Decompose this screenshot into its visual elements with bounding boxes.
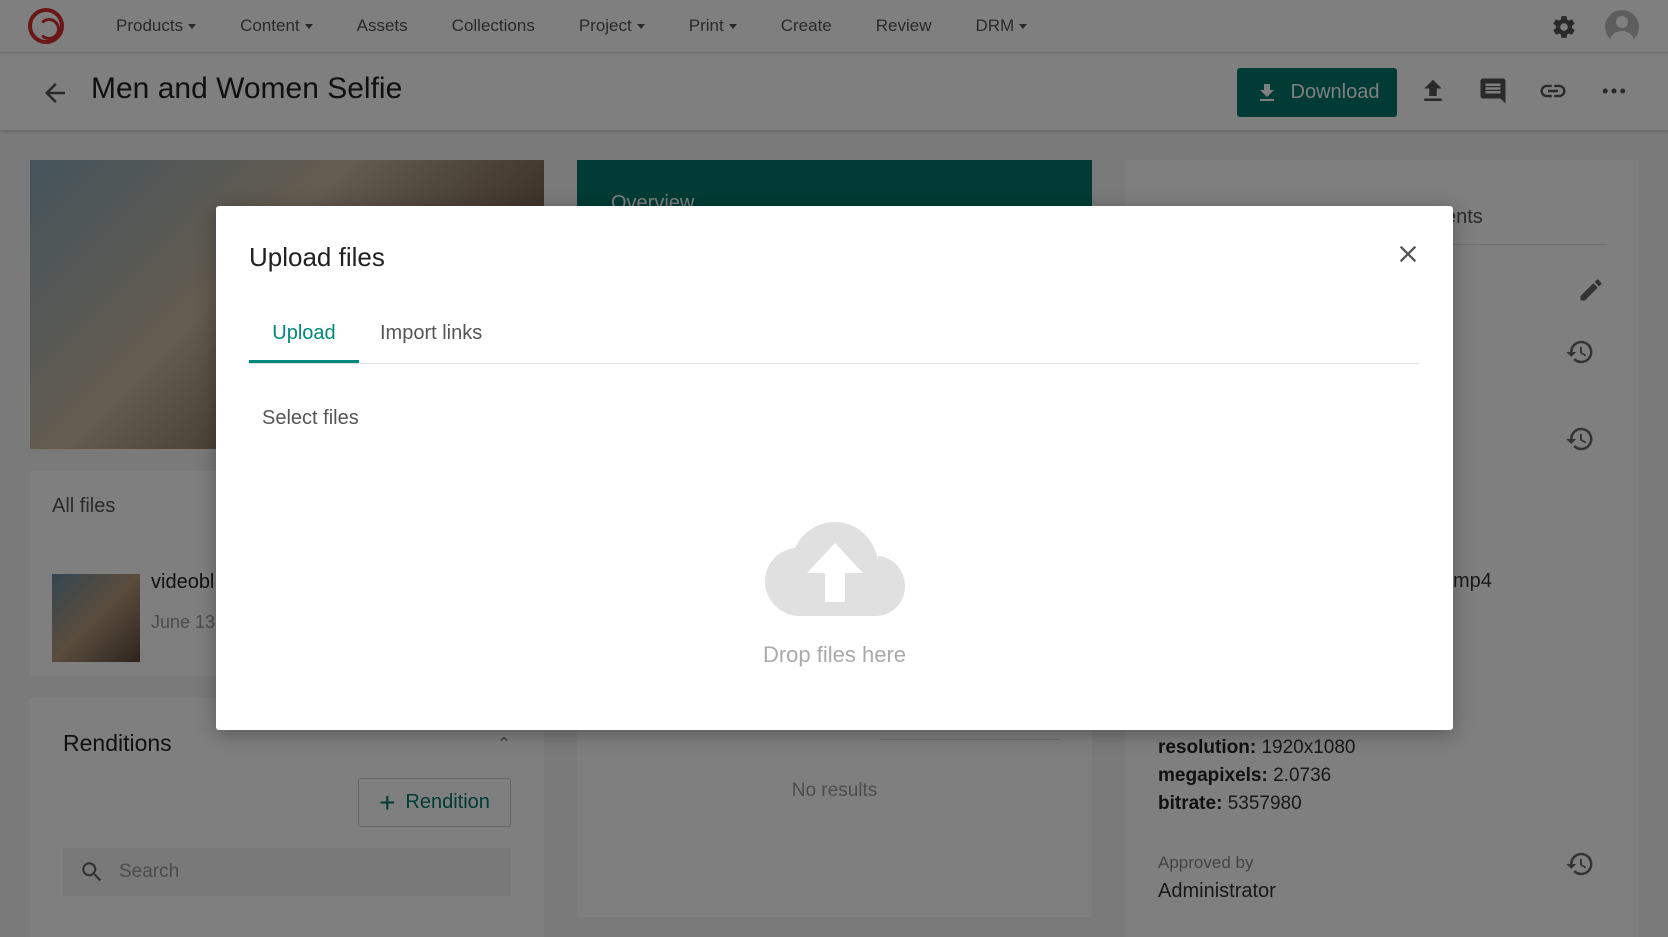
select-files-button[interactable]: Select files [262,407,359,430]
tab-import-links[interactable]: Import links [380,322,482,345]
close-icon[interactable] [1394,240,1422,268]
tab-upload[interactable]: Upload [249,322,359,363]
dialog-tabs: Upload Import links [249,302,1419,364]
dialog-title: Upload files [249,242,385,272]
drop-zone-text: Drop files here [762,642,907,667]
cloud-upload-icon [765,522,905,616]
upload-files-dialog: Upload files Upload Import links Select … [216,206,1453,730]
